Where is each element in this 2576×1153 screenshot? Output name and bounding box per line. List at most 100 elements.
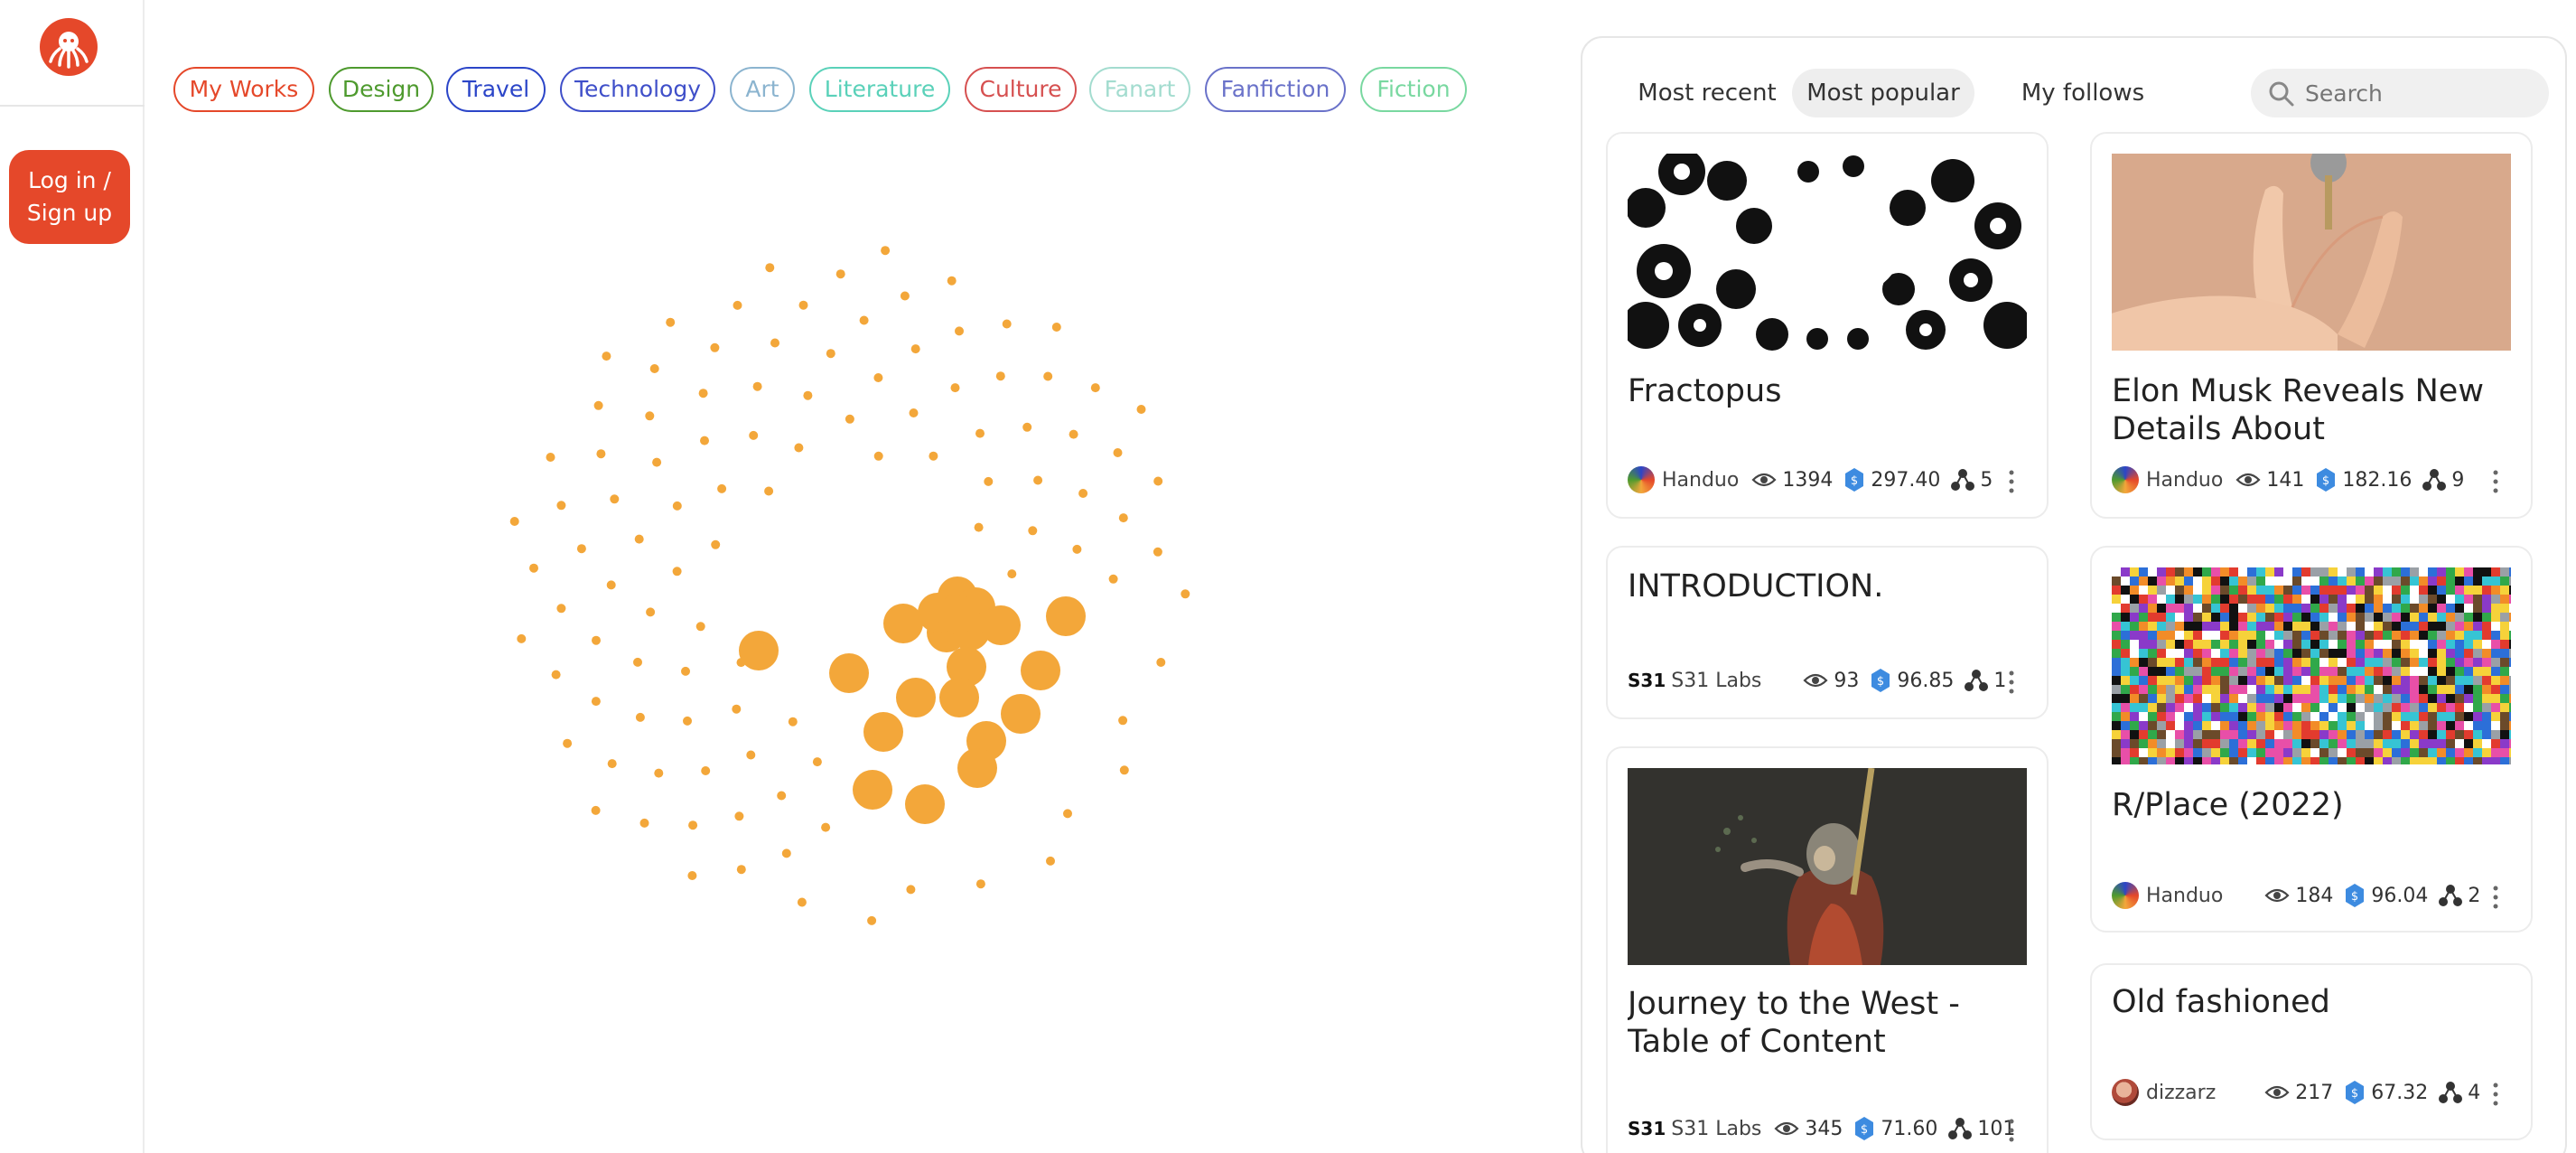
work-dot[interactable]	[853, 770, 892, 810]
search-box[interactable]	[2251, 69, 2549, 117]
work-dot[interactable]	[981, 605, 1021, 645]
category-chip-my-works[interactable]: My Works	[173, 67, 314, 112]
work-dot[interactable]	[736, 865, 746, 875]
more-options-icon[interactable]	[2491, 1081, 2500, 1108]
work-dot[interactable]	[975, 879, 985, 889]
author-name[interactable]: dizzarz	[2146, 1082, 2216, 1104]
login-signup-button[interactable]: Log in / Sign up	[9, 150, 130, 244]
work-dot[interactable]	[1028, 526, 1038, 536]
work-dot[interactable]	[1118, 513, 1128, 523]
work-dot[interactable]	[607, 759, 617, 769]
work-dot[interactable]	[900, 291, 910, 301]
work-dot[interactable]	[701, 766, 711, 775]
work-dot[interactable]	[654, 768, 664, 778]
work-dot[interactable]	[517, 633, 527, 643]
work-dot[interactable]	[1051, 323, 1061, 332]
work-dot[interactable]	[947, 276, 957, 286]
work-dot[interactable]	[602, 352, 611, 361]
work-dot[interactable]	[905, 784, 945, 824]
work-dot[interactable]	[688, 820, 698, 830]
work-dot[interactable]	[556, 501, 566, 511]
work-dot[interactable]	[794, 443, 804, 453]
work-dot[interactable]	[591, 805, 601, 815]
work-dot[interactable]	[1119, 765, 1129, 775]
work-dot[interactable]	[733, 300, 742, 310]
more-options-icon[interactable]	[2491, 468, 2500, 495]
work-dot[interactable]	[1153, 476, 1163, 486]
work-dot[interactable]	[798, 300, 808, 310]
octopus-logo-icon[interactable]	[40, 18, 98, 76]
work-dot[interactable]	[984, 476, 994, 486]
work-dot[interactable]	[797, 897, 807, 907]
work-dot[interactable]	[649, 364, 659, 373]
work-dot[interactable]	[645, 411, 655, 421]
work-dot[interactable]	[1072, 544, 1082, 554]
work-card[interactable]: Fractopus Handuo 1394 $ 297.40 5	[1606, 132, 2049, 519]
work-dot[interactable]	[652, 457, 662, 467]
work-dot[interactable]	[781, 848, 791, 858]
work-card[interactable]: INTRODUCTION. S31 S31 Labs 93 $ 96.85 1	[1606, 546, 2049, 719]
work-dot[interactable]	[546, 453, 555, 462]
work-dot[interactable]	[1108, 574, 1118, 584]
work-dot[interactable]	[873, 451, 883, 461]
category-chip-travel[interactable]: Travel	[446, 67, 546, 112]
work-dot[interactable]	[1069, 429, 1078, 439]
work-dot[interactable]	[1007, 569, 1017, 579]
work-dot[interactable]	[1153, 547, 1162, 557]
work-dot[interactable]	[909, 408, 919, 417]
work-dot[interactable]	[717, 483, 727, 493]
work-dot[interactable]	[929, 451, 938, 461]
work-dot[interactable]	[734, 811, 744, 821]
work-dot[interactable]	[666, 317, 676, 327]
category-chip-literature[interactable]: Literature	[809, 67, 950, 112]
work-dot[interactable]	[873, 373, 883, 382]
work-dot[interactable]	[695, 622, 705, 632]
work-dot[interactable]	[1021, 651, 1060, 690]
more-options-icon[interactable]	[2491, 884, 2500, 911]
work-dot[interactable]	[1001, 694, 1041, 734]
category-chip-culture[interactable]: Culture	[965, 67, 1077, 112]
work-dot[interactable]	[551, 670, 561, 680]
work-dot[interactable]	[765, 263, 775, 273]
work-dot[interactable]	[529, 563, 538, 573]
work-dot[interactable]	[957, 748, 997, 788]
work-dot[interactable]	[821, 822, 831, 832]
work-dot[interactable]	[896, 678, 936, 717]
work-dot[interactable]	[1118, 716, 1128, 726]
work-dot[interactable]	[672, 567, 682, 576]
work-dot[interactable]	[1078, 489, 1088, 498]
work-dot[interactable]	[1022, 422, 1032, 432]
work-dot[interactable]	[770, 338, 779, 348]
tab-most-popular[interactable]: Most popular	[1792, 69, 1974, 117]
work-dot[interactable]	[633, 657, 642, 667]
work-dot[interactable]	[826, 349, 835, 359]
work-dot[interactable]	[955, 326, 964, 336]
work-card[interactable]: R/Place (2022) Handuo 184 $ 96.04 2	[2090, 546, 2533, 933]
work-dot[interactable]	[592, 635, 601, 645]
work-dot[interactable]	[995, 371, 1005, 381]
category-chip-art[interactable]: Art	[730, 67, 795, 112]
work-dot[interactable]	[881, 246, 891, 256]
work-dot[interactable]	[509, 517, 519, 526]
work-card[interactable]: Elon Musk Reveals New Details About Neur…	[2090, 132, 2533, 519]
work-dot[interactable]	[646, 607, 656, 617]
work-dot[interactable]	[939, 678, 979, 717]
work-dot[interactable]	[1156, 658, 1166, 667]
work-dot[interactable]	[710, 342, 720, 352]
work-dot[interactable]	[596, 449, 606, 459]
work-dot[interactable]	[635, 712, 645, 722]
work-dot[interactable]	[1090, 383, 1100, 393]
work-dot[interactable]	[556, 604, 566, 614]
work-dot[interactable]	[859, 315, 869, 325]
work-dot[interactable]	[1181, 589, 1190, 599]
work-dot[interactable]	[803, 390, 813, 400]
work-dot[interactable]	[1063, 809, 1072, 819]
work-dot[interactable]	[1046, 596, 1086, 636]
work-dot[interactable]	[639, 818, 649, 828]
more-options-icon[interactable]	[2007, 669, 2016, 696]
work-dot[interactable]	[593, 400, 603, 410]
work-dot[interactable]	[906, 885, 916, 895]
work-dot[interactable]	[788, 717, 798, 726]
work-dot[interactable]	[739, 631, 779, 670]
work-dot[interactable]	[863, 712, 903, 752]
